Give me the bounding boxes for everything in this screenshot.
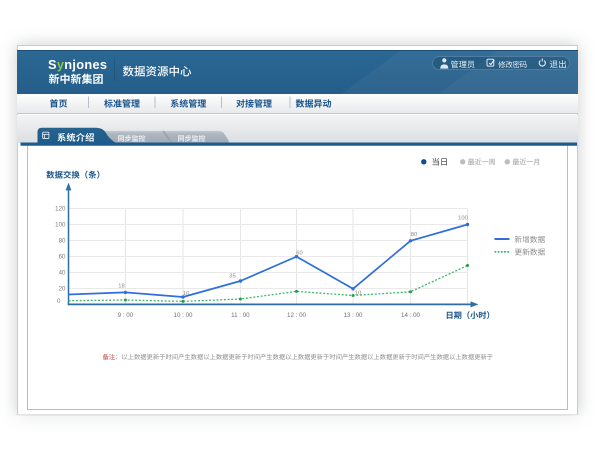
svg-text:40: 40 — [59, 270, 66, 277]
svg-text:80: 80 — [59, 238, 66, 245]
svg-text:9 : 00: 9 : 00 — [118, 312, 134, 319]
svg-text:11 : 00: 11 : 00 — [231, 312, 250, 319]
svg-text:14 : 00: 14 : 00 — [401, 312, 420, 319]
svg-text:100: 100 — [458, 215, 468, 221]
svg-text:35: 35 — [229, 273, 235, 279]
svg-text:13 : 00: 13 : 00 — [344, 312, 363, 319]
svg-text:0: 0 — [57, 298, 61, 305]
svg-text:12 : 00: 12 : 00 — [287, 312, 306, 319]
svg-text:120: 120 — [55, 206, 66, 213]
svg-text:18: 18 — [118, 283, 124, 289]
svg-text:10 : 00: 10 : 00 — [174, 312, 193, 319]
svg-text:60: 60 — [296, 250, 302, 256]
svg-text:60: 60 — [59, 254, 66, 261]
svg-text:10: 10 — [183, 291, 189, 297]
svg-text:100: 100 — [55, 222, 66, 229]
svg-text:80: 80 — [411, 232, 417, 238]
svg-text:20: 20 — [59, 286, 66, 293]
svg-text:10: 10 — [355, 290, 361, 296]
